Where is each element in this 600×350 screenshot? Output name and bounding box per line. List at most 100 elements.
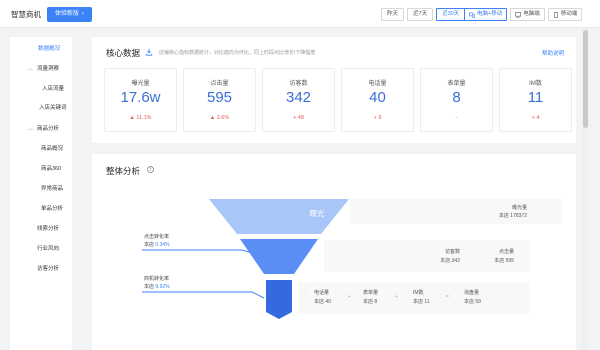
try-new-version-button[interactable]: 体验新版 › [47, 7, 93, 22]
monitor-icon [515, 11, 522, 18]
sidebar-group-products[interactable]: ︿ 商品分析 [28, 124, 59, 132]
metric-value: 17.6w [120, 89, 161, 106]
metric-card-im[interactable]: IM数 11 + 4 [499, 68, 572, 132]
sidebar-item-visitor-analysis[interactable]: 访客分析 [37, 264, 59, 272]
forms-stat-value: 本店 8 [363, 299, 378, 305]
sidebar-group-traffic[interactable]: ︿ 流量洞察 [28, 64, 59, 72]
chevron-right-icon: › [82, 11, 85, 17]
core-data-subtitle: 店铺核心指标数据统计，对比趋向为环比，同上时段对比增长/下降幅度 [159, 50, 316, 56]
inquiries-stat-value: 本店 59 [464, 299, 481, 305]
sidebar-item-industry-trends[interactable]: 行业风向 [37, 244, 59, 252]
core-data-card: 核心数据 店铺核心指标数据统计，对比趋向为环比，同上时段对比增长/下降幅度 帮助… [92, 37, 576, 143]
platform-all-label: 电脑+移动 [477, 11, 503, 17]
metric-card-visitors[interactable]: 访客数 342 + 48 [262, 68, 335, 132]
svg-text:?: ? [149, 167, 151, 172]
visitors-stat-label: 访客数 [444, 249, 460, 255]
lead-rate-connector [142, 291, 265, 299]
equals-sign: = [446, 294, 449, 300]
calls-stat-label: 电话量 [314, 290, 330, 296]
calls-stat-value: 本店 40 [314, 299, 331, 305]
platform-mobile[interactable]: 移动端 [547, 8, 583, 21]
core-data-title: 核心数据 [106, 48, 141, 58]
metric-value: 595 [206, 89, 233, 106]
help-link[interactable]: 帮助说明 [542, 49, 564, 57]
funnel-segment-leads[interactable] [266, 280, 292, 319]
metric-value: 11 [527, 89, 544, 106]
plus-sign: + [395, 294, 398, 300]
range-30-days[interactable]: 近30天 [436, 8, 466, 21]
exposure-stat-label: 曝光量 [511, 205, 527, 211]
clicks-stat-label: 点击量 [498, 249, 514, 255]
metric-value: 342 [285, 89, 312, 106]
funnel-label-exposure: 曝光 [309, 209, 325, 218]
brand-title: 智慧商机 [11, 10, 41, 19]
sidebar-item-abnormal-products[interactable]: 异常商品 [41, 184, 63, 192]
chevron-up-icon: ︿ [28, 126, 34, 132]
click-rate-connector [142, 249, 263, 257]
metric-change: ▲ 2.6% [184, 115, 255, 121]
lead-conversion-rate: 商机转化率 本店 9.92% [144, 275, 170, 291]
lead-conversion-row: 本店 9.92% [144, 283, 170, 291]
im-stat-value: 本店 11 [413, 299, 430, 305]
metrics-row: 曝光量 17.6w ▲ 11.1% 点击量 595 ▲ 2.6% 访客数 342… [104, 68, 572, 132]
overall-analysis-card: 整体分析 ? 曝光 浏览 商机 点击转化率 本店 0.34% 商机转化率 本店 … [92, 154, 576, 350]
sidebar-item-leads-analysis[interactable]: 线索分析 [37, 224, 59, 232]
funnel-segment-exposure[interactable] [209, 199, 349, 234]
exposure-stat-value: 本店 178372 [498, 213, 527, 219]
metric-label: 曝光量 [131, 81, 150, 87]
click-conversion-label: 点击转化率 [144, 234, 170, 240]
sidebar-item-store-traffic[interactable]: 入店流量 [42, 84, 64, 92]
clicks-stat-value: 本店 595 [494, 258, 514, 264]
help-circle-icon[interactable]: ? [147, 166, 154, 173]
sidebar: 数据概况 ︿ 流量洞察 入店流量 入店关键词 ︿ 商品分析 商品概况 商品360 异… [10, 37, 72, 350]
metric-card-clicks[interactable]: 点击量 595 ▲ 2.6% [183, 68, 256, 132]
sidebar-group-products-label: 商品分析 [37, 126, 60, 132]
lead-conversion-label: 商机转化率 [144, 276, 170, 282]
metric-change: - [455, 115, 458, 121]
up-arrow-icon: ▲ [209, 115, 217, 121]
sidebar-item-overview[interactable]: 数据概况 [38, 44, 60, 52]
metric-card-exposure[interactable]: 曝光量 17.6w ▲ 11.1% [104, 68, 177, 132]
sidebar-item-product-overview[interactable]: 商品概况 [41, 144, 63, 152]
platform-all[interactable]: 电脑+移动 [464, 8, 508, 21]
metric-label: 访客数 [289, 81, 308, 87]
metric-change: + 9 [373, 115, 382, 121]
metric-change: + 4 [531, 115, 540, 121]
scrollbar-thumb[interactable] [583, 30, 588, 128]
sidebar-item-product-360[interactable]: 商品360 [41, 164, 61, 172]
overall-analysis-title: 整体分析 [106, 166, 141, 176]
metric-label: 表单量 [447, 81, 466, 87]
metric-card-calls[interactable]: 电话量 40 + 9 [341, 68, 414, 132]
exposure-panel [350, 199, 562, 224]
metric-change: + 48 [293, 115, 304, 121]
plus-sign: + [348, 294, 351, 300]
main-content: 核心数据 店铺核心指标数据统计，对比趋向为环比，同上时段对比增长/下降幅度 帮助… [92, 37, 576, 350]
platform-pc-label: 电脑端 [523, 11, 540, 17]
download-icon[interactable] [145, 48, 153, 56]
range-yesterday[interactable]: 昨天 [381, 8, 405, 21]
forms-stat-label: 表单量 [363, 290, 379, 296]
chevron-up-icon: ︿ [28, 66, 34, 72]
metric-change-value: 2.6% [216, 115, 230, 121]
click-conversion-value: 0.34% [155, 242, 170, 248]
sidebar-item-single-product[interactable]: 单品分析 [41, 204, 63, 212]
im-stat-label: IM数 [413, 290, 424, 296]
metric-change: ▲ 11.1% [105, 115, 176, 121]
browse-panel [324, 240, 530, 272]
date-range-selector: 昨天 近7天 近30天 [381, 8, 466, 21]
click-conversion-row: 本店 0.34% [144, 241, 170, 249]
inquiries-stat-label: 询盘量 [464, 290, 480, 296]
range-7-days[interactable]: 近7天 [407, 8, 434, 21]
metric-label: 点击量 [210, 81, 229, 87]
metric-value: 8 [452, 89, 461, 106]
metric-change-value: 11.1% [136, 115, 152, 121]
sidebar-item-store-keywords[interactable]: 入店关键词 [39, 103, 67, 111]
funnel-label-browse: 浏览 [309, 250, 325, 259]
platform-selector: 电脑+移动 电脑端 移动端 [464, 8, 583, 21]
click-conversion-rate: 点击转化率 本店 0.34% [144, 233, 170, 249]
metric-card-forms[interactable]: 表单量 8 - [420, 68, 493, 132]
metric-label: IM数 [529, 81, 542, 87]
sidebar-group-traffic-label: 流量洞察 [37, 66, 60, 72]
platform-pc[interactable]: 电脑端 [510, 8, 545, 21]
metric-value: 40 [369, 89, 386, 106]
